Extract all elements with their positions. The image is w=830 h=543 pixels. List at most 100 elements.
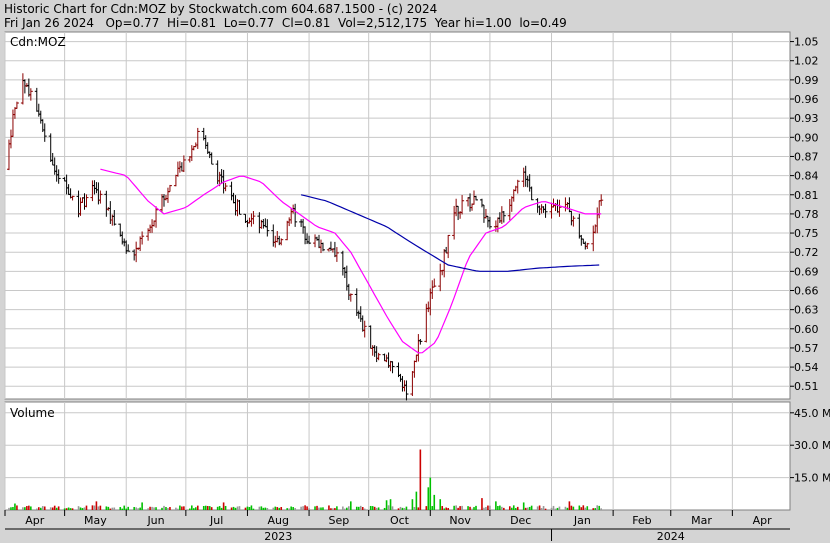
volume-bar — [510, 507, 513, 510]
volume-bar — [524, 507, 527, 510]
price-tick-label: 0.90 — [794, 131, 819, 144]
volume-bar — [431, 506, 434, 510]
volume-bar — [544, 508, 547, 510]
volume-bar — [373, 506, 376, 510]
volume-bar — [501, 506, 503, 510]
volume-bar — [123, 505, 126, 510]
volume-bar — [49, 507, 52, 510]
month-label: Mar — [691, 514, 712, 527]
volume-bar — [558, 506, 561, 510]
volume-bar — [91, 505, 94, 510]
month-label: Oct — [390, 514, 410, 527]
volume-bar — [276, 507, 279, 510]
volume-bar — [22, 507, 24, 510]
volume-bar — [222, 502, 225, 510]
month-label: Aug — [268, 514, 289, 527]
volume-bar — [10, 507, 12, 510]
volume-bar — [469, 506, 471, 510]
volume-bar — [316, 505, 318, 510]
month-label: Sep — [329, 514, 350, 527]
volume-bar — [230, 507, 233, 510]
volume-bar — [189, 508, 191, 510]
volume-bar — [28, 505, 30, 510]
price-tick-label: 0.66 — [794, 284, 819, 297]
volume-bar — [278, 507, 281, 510]
month-label: Jul — [209, 514, 223, 527]
price-tick-label: 0.54 — [794, 361, 819, 374]
volume-bar — [246, 506, 249, 510]
volume-bar — [552, 505, 555, 510]
volume-bar — [475, 505, 477, 510]
volume-bar — [391, 506, 394, 510]
volume-bar — [99, 505, 102, 510]
volume-bar — [481, 498, 483, 510]
volume-bar — [55, 507, 58, 510]
price-panel-bg — [4, 31, 791, 400]
volume-bar — [77, 506, 80, 510]
volume-bar — [332, 508, 334, 510]
volume-bar — [67, 507, 70, 510]
volume-bar — [596, 505, 599, 510]
volume-bar — [95, 501, 98, 510]
volume-bar — [12, 506, 14, 510]
volume-bar — [294, 508, 296, 510]
volume-bar — [105, 506, 108, 510]
volume-bar — [584, 507, 587, 510]
year-label: 2024 — [657, 530, 685, 543]
price-tick-label: 0.84 — [794, 170, 819, 183]
volume-bar — [369, 505, 372, 510]
volume-bar — [318, 507, 320, 510]
volume-bar — [97, 506, 100, 510]
volume-bar — [556, 507, 559, 510]
volume-bar — [262, 507, 265, 510]
volume-bar — [473, 507, 475, 510]
volume-bar — [266, 507, 269, 510]
volume-bar — [63, 508, 66, 510]
volume-bar — [175, 507, 177, 510]
volume-bar — [119, 507, 122, 510]
volume-bar — [244, 507, 247, 510]
volume-bar — [447, 507, 449, 510]
volume-bar — [280, 507, 283, 510]
volume-bar — [234, 507, 237, 510]
volume-bar — [457, 507, 459, 510]
volume-bar — [141, 502, 143, 510]
volume-bar — [167, 507, 169, 510]
volume-bar — [536, 506, 539, 510]
price-tick-label: 0.72 — [794, 246, 819, 259]
volume-bar — [344, 508, 346, 510]
volume-bar — [570, 505, 573, 510]
volume-bar — [600, 508, 603, 510]
volume-bar — [260, 506, 263, 510]
volume-bar — [361, 507, 364, 510]
volume-bar — [181, 506, 183, 510]
volume-bar — [43, 506, 46, 510]
volume-bar — [425, 506, 428, 510]
chart-canvas: 1.05 1.02 0.99 0.96 0.93 0.90 0.87 0.84 0.81 0.78… — [4, 31, 830, 543]
volume-bar — [375, 507, 378, 510]
volume-bar — [467, 506, 469, 510]
volume-bar — [499, 505, 501, 510]
volume-bar — [133, 507, 135, 510]
volume-bar — [292, 507, 294, 510]
volume-bar — [550, 507, 553, 510]
volume-bar — [528, 506, 531, 510]
volume-bar — [232, 506, 235, 510]
volume-bar — [24, 507, 26, 510]
volume-bar — [151, 506, 153, 510]
volume-bar — [127, 506, 130, 510]
volume-bar — [349, 501, 352, 510]
price-tick-label: 0.96 — [794, 93, 819, 106]
volume-axis: 45.0 M 30.0 M 15.0 M — [790, 407, 830, 485]
volume-bar — [439, 499, 442, 510]
volume-bar — [39, 507, 42, 510]
volume-bar — [192, 508, 195, 510]
month-label: Jun — [146, 514, 164, 527]
volume-bar — [236, 506, 239, 510]
volume-bar — [258, 506, 261, 510]
volume-bar — [147, 508, 149, 510]
volume-bar — [328, 505, 330, 510]
volume-bar — [194, 507, 197, 510]
volume-bar — [377, 507, 380, 510]
volume-bar — [497, 506, 499, 510]
